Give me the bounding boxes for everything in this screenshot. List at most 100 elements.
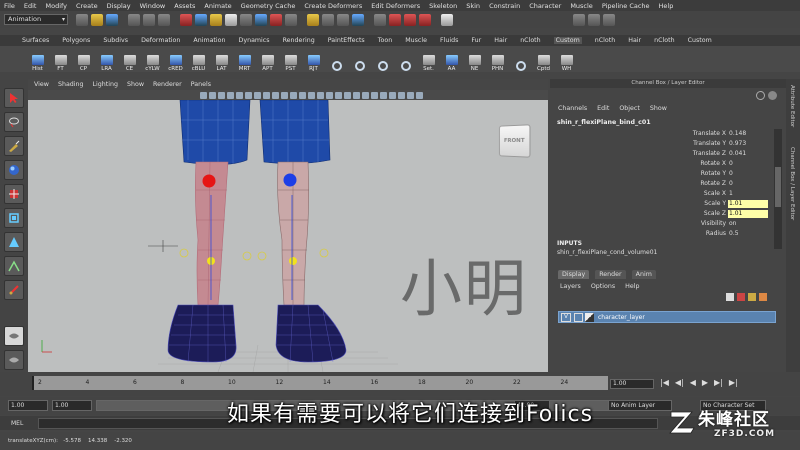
options-icon[interactable] (768, 91, 777, 100)
shelf-tab-fluids[interactable]: Fluids (440, 37, 458, 44)
menu-display[interactable]: Display (107, 2, 131, 10)
shelf-button-lra[interactable]: LRA (95, 50, 118, 72)
menu-muscle[interactable]: Muscle (570, 2, 593, 10)
attribute-row[interactable]: Visibility on (550, 219, 774, 229)
delete-layer-icon[interactable] (737, 293, 745, 301)
textured-icon[interactable] (326, 91, 333, 99)
scene-view[interactable]: FRONT (28, 99, 548, 372)
menu-file[interactable]: File (4, 2, 15, 10)
attribute-value[interactable]: 1 (728, 190, 768, 198)
mask-icon-8[interactable] (285, 13, 297, 26)
time-slider-track[interactable]: 2 4 6 8 10 12 14 16 18 20 22 24 (32, 376, 608, 390)
menu-edit[interactable]: Edit (24, 2, 37, 10)
shadows-icon[interactable] (344, 91, 351, 99)
shelf-button-13[interactable] (325, 50, 348, 72)
inputs-heading[interactable]: INPUTS (557, 240, 582, 247)
input-field-icon[interactable] (441, 13, 453, 26)
shelf-tab-hair[interactable]: Hair (628, 37, 641, 44)
shelf-tab-ncloth[interactable]: nCloth (595, 37, 615, 44)
field-chart-icon[interactable] (272, 91, 279, 99)
wireframe-on-shaded-icon[interactable] (317, 91, 324, 99)
viewport-menu-lighting[interactable]: Lighting (93, 81, 118, 88)
grid-icon[interactable] (236, 91, 243, 99)
playback-button-4[interactable]: ▶| (714, 378, 723, 387)
render-icon[interactable] (389, 13, 401, 26)
render-settings-icon[interactable] (419, 13, 431, 26)
menu-edit-deformers[interactable]: Edit Deformers (371, 2, 420, 10)
select-component-icon[interactable] (158, 13, 170, 26)
scrollbar-thumb[interactable] (775, 167, 781, 207)
menu-assets[interactable]: Assets (174, 2, 195, 10)
playback-button-5[interactable]: ▶| (729, 378, 738, 387)
paint-select-tool-icon[interactable] (4, 136, 24, 156)
shelf-button-mrt[interactable]: MRT (233, 50, 256, 72)
viewport-menu-view[interactable]: View (34, 81, 49, 88)
lights-icon[interactable] (335, 91, 342, 99)
anti-alias-icon[interactable] (407, 91, 414, 99)
select-hierarchy-icon[interactable] (128, 13, 140, 26)
mask-icon-7[interactable] (270, 13, 282, 26)
safe-title-icon[interactable] (290, 91, 297, 99)
shelf-button-ce[interactable]: CE (118, 50, 141, 72)
layer-menu-layers[interactable]: Layers (560, 283, 581, 290)
menu-help[interactable]: Help (659, 2, 674, 10)
attribute-row[interactable]: Translate X 0.148 (550, 129, 774, 139)
layout-outliner-icon[interactable] (4, 350, 24, 370)
layer-tab-render[interactable]: Render (595, 270, 626, 279)
perspective-viewport[interactable]: View Shading Lighting Show Renderer Panels (28, 79, 548, 372)
menu-skeleton[interactable]: Skeleton (429, 2, 457, 10)
shelf-button-14[interactable] (348, 50, 371, 72)
menu-window[interactable]: Window (140, 2, 166, 10)
channel-box-tab[interactable]: Channel Box / Layer Editor (789, 147, 795, 220)
attribute-row[interactable]: Rotate Y0 (550, 169, 774, 179)
menu-skin[interactable]: Skin (466, 2, 480, 10)
shelf-tab-dynamics[interactable]: Dynamics (239, 37, 270, 44)
shelf-button-15[interactable] (371, 50, 394, 72)
mask-icon-3[interactable] (210, 13, 222, 26)
manipulator-tool-icon[interactable] (4, 232, 24, 252)
shelf-tab-fur[interactable]: Fur (471, 37, 481, 44)
shelf-tab-ncloth[interactable]: nCloth (520, 37, 540, 44)
menu-create[interactable]: Create (76, 2, 98, 10)
channel-box-scrollbar[interactable] (774, 129, 782, 249)
settings-icon[interactable] (756, 91, 765, 100)
layer-menu-options[interactable]: Options (591, 283, 615, 290)
ambient-occlusion-icon[interactable] (389, 91, 396, 99)
viewcube[interactable]: FRONT (498, 124, 531, 158)
snap-point-icon[interactable] (337, 13, 349, 26)
shelf-tab-deformation[interactable]: Deformation (141, 37, 180, 44)
ipr-render-icon[interactable] (404, 13, 416, 26)
attribute-value[interactable]: 0.041 (728, 150, 768, 158)
mask-icon-4[interactable] (225, 13, 237, 26)
shelf-tab-polygons[interactable]: Polygons (62, 37, 90, 44)
soft-mod-tool-icon[interactable] (4, 256, 24, 276)
new-layer-icon[interactable] (726, 293, 734, 301)
attribute-row[interactable]: Rotate Z0 (550, 179, 774, 189)
motion-blur-icon[interactable] (398, 91, 405, 99)
menu-create-deformers[interactable]: Create Deformers (304, 2, 362, 10)
shelf-tab-custom[interactable]: Custom (553, 37, 582, 44)
shelf-button-aa[interactable]: AA (440, 50, 463, 72)
attribute-value[interactable]: 1.01 (728, 200, 768, 208)
menu-geometry-cache[interactable]: Geometry Cache (241, 2, 296, 10)
smooth-shade-icon[interactable] (308, 91, 315, 99)
isolate-select-icon[interactable] (371, 91, 378, 99)
layer-row[interactable]: V character_layer (558, 311, 776, 323)
shelf-button-cred[interactable]: cRED (164, 50, 187, 72)
last-tool-icon[interactable] (4, 280, 24, 300)
shelf-button-ne[interactable]: NE (463, 50, 486, 72)
select-object-icon[interactable] (143, 13, 155, 26)
history-icon[interactable] (374, 13, 386, 26)
move-tool-icon[interactable] (4, 160, 24, 180)
attribute-value[interactable]: 1.01 (728, 210, 768, 218)
playback-button-2[interactable]: ◀ (690, 378, 696, 387)
menu-pipeline-cache[interactable]: Pipeline Cache (602, 2, 650, 10)
layout-single-pane-icon[interactable] (4, 326, 24, 346)
layer-tab-display[interactable]: Display (558, 270, 590, 279)
shelf-button-cp[interactable]: CP (72, 50, 95, 72)
wireframe-icon[interactable] (299, 91, 306, 99)
save-scene-icon[interactable] (106, 13, 118, 26)
attribute-row[interactable]: Radius 0.5 (550, 229, 774, 239)
layer-color-icon[interactable] (585, 312, 594, 322)
toggle-sidebar-icon[interactable] (573, 13, 585, 26)
